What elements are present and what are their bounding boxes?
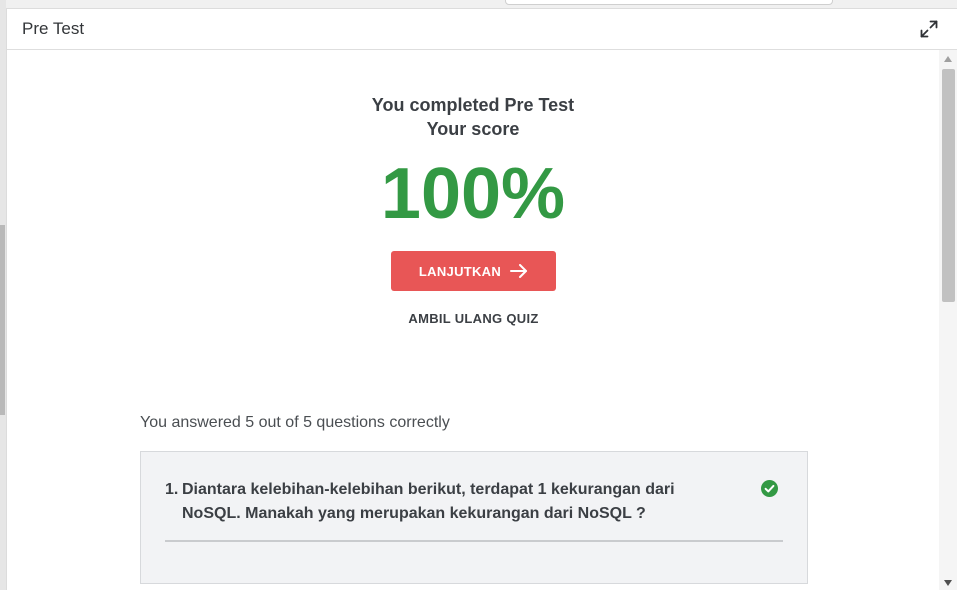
- modal-content: You completed Pre Test Your score 100% L…: [7, 50, 939, 590]
- vertical-scrollbar[interactable]: [939, 50, 957, 590]
- completion-message: You completed Pre Test Your score: [7, 93, 939, 141]
- score-value: 100%: [380, 154, 566, 234]
- continue-button[interactable]: LANJUTKAN: [391, 251, 556, 291]
- answers-summary: You answered 5 out of 5 questions correc…: [140, 414, 450, 431]
- background-page-edge: [0, 225, 5, 415]
- question-card: 1. Diantara kelebihan-kelebihan berikut, …: [140, 451, 808, 584]
- modal-header: Pre Test: [7, 9, 957, 50]
- scroll-up-arrow-icon[interactable]: [944, 56, 952, 62]
- score-label: Your score: [426, 119, 520, 139]
- arrow-right-icon: [510, 264, 528, 278]
- background-element: [505, 0, 833, 5]
- continue-button-label: LANJUTKAN: [418, 263, 502, 279]
- quiz-result-modal: Pre Test You completed Pre Test Your sco…: [6, 8, 957, 590]
- retake-quiz-button[interactable]: AMBIL ULANG QUIZ: [391, 311, 556, 326]
- expand-icon[interactable]: [920, 20, 938, 38]
- question-text: 1. Diantara kelebihan-kelebihan berikut, …: [165, 478, 725, 526]
- question-text-line-2: NoSQL. Manakah yang merupakan kekurangan…: [182, 505, 646, 522]
- scrollbar-thumb[interactable]: [942, 69, 955, 302]
- completed-text: You completed Pre Test: [371, 95, 575, 115]
- check-circle-icon: [761, 480, 778, 497]
- question-text-line-1: Diantara kelebihan-kelebihan berikut, te…: [182, 481, 675, 498]
- question-divider: [165, 540, 783, 542]
- modal-title: Pre Test: [22, 19, 85, 38]
- scroll-down-arrow-icon[interactable]: [944, 580, 952, 586]
- question-number: 1.: [165, 481, 179, 498]
